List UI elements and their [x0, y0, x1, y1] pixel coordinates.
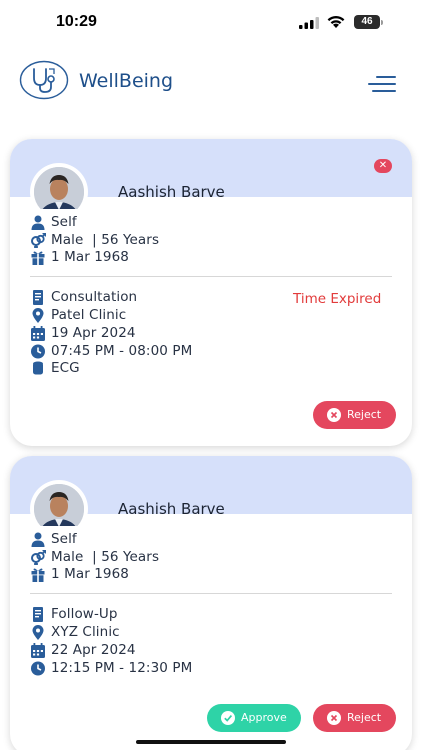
gender-icon — [31, 550, 46, 565]
approve-label: Approve — [241, 711, 287, 724]
calendar-icon — [31, 326, 45, 341]
gift-icon — [31, 251, 45, 265]
cellular-signal-icon — [299, 17, 319, 29]
date-of-birth: 1 Mar 1968 — [51, 566, 129, 582]
divider — [30, 593, 392, 594]
check-circle-icon — [221, 711, 235, 725]
appointment-card: Aashish Barve ✕ Self Male | 56 Years 1 M… — [10, 139, 412, 446]
gender-age: Male | 56 Years — [51, 549, 160, 565]
wifi-icon — [327, 15, 345, 28]
reject-label: Reject — [347, 408, 382, 421]
reject-button[interactable]: Reject — [313, 704, 396, 732]
date-of-birth: 1 Mar 1968 — [51, 249, 129, 265]
divider — [30, 276, 392, 277]
approve-button[interactable]: Approve — [207, 704, 301, 732]
patient-photo — [34, 484, 84, 526]
person-icon — [31, 532, 45, 547]
appointment-type: Follow-Up — [51, 606, 118, 622]
battery-cap — [381, 20, 383, 25]
close-icon[interactable]: ✕ — [374, 159, 392, 173]
calendar-icon — [31, 643, 45, 658]
clinic-name: Patel Clinic — [51, 307, 127, 323]
appointment-date: 19 Apr 2024 — [51, 325, 136, 341]
location-pin-icon — [32, 308, 44, 323]
stethoscope-icon[interactable] — [19, 60, 69, 100]
service-name: ECG — [51, 360, 80, 376]
location-pin-icon — [32, 625, 44, 640]
close-circle-icon — [327, 711, 341, 725]
person-icon — [31, 215, 45, 230]
status-time: 10:29 — [56, 13, 97, 30]
patient-photo — [34, 167, 84, 209]
status-bar: 10:29 46 — [0, 0, 422, 46]
status-badge: Time Expired — [293, 291, 382, 307]
home-indicator[interactable] — [136, 740, 286, 744]
clock-icon — [31, 661, 45, 676]
appointment-time: 12:15 PM - 12:30 PM — [51, 660, 193, 676]
document-icon — [33, 607, 43, 622]
reject-label: Reject — [347, 711, 382, 724]
appointment-date: 22 Apr 2024 — [51, 642, 136, 658]
clock-icon — [31, 344, 45, 359]
relation: Self — [51, 214, 77, 230]
appointment-time: 07:45 PM - 08:00 PM — [51, 343, 193, 359]
appointment-type: Consultation — [51, 289, 138, 305]
app-header: WellBeing — [0, 56, 422, 108]
cylinder-icon — [33, 361, 43, 375]
clinic-name: XYZ Clinic — [51, 624, 120, 640]
patient-name: Aashish Barve — [118, 183, 225, 201]
gender-age: Male | 56 Years — [51, 232, 160, 248]
reject-button[interactable]: Reject — [313, 401, 396, 429]
relation: Self — [51, 531, 77, 547]
battery-level: 46 — [361, 16, 373, 27]
gift-icon — [31, 568, 45, 582]
gender-icon — [31, 233, 46, 248]
patient-name: Aashish Barve — [118, 500, 225, 518]
avatar — [30, 163, 88, 209]
battery-indicator: 46 — [354, 15, 384, 29]
appointment-card: Aashish Barve Self Male | 56 Years 1 Mar… — [10, 456, 412, 750]
avatar — [30, 480, 88, 526]
brand-name: WellBeing — [79, 70, 174, 92]
close-circle-icon — [327, 408, 341, 422]
document-icon — [33, 290, 43, 305]
hamburger-menu-icon[interactable] — [368, 74, 396, 94]
